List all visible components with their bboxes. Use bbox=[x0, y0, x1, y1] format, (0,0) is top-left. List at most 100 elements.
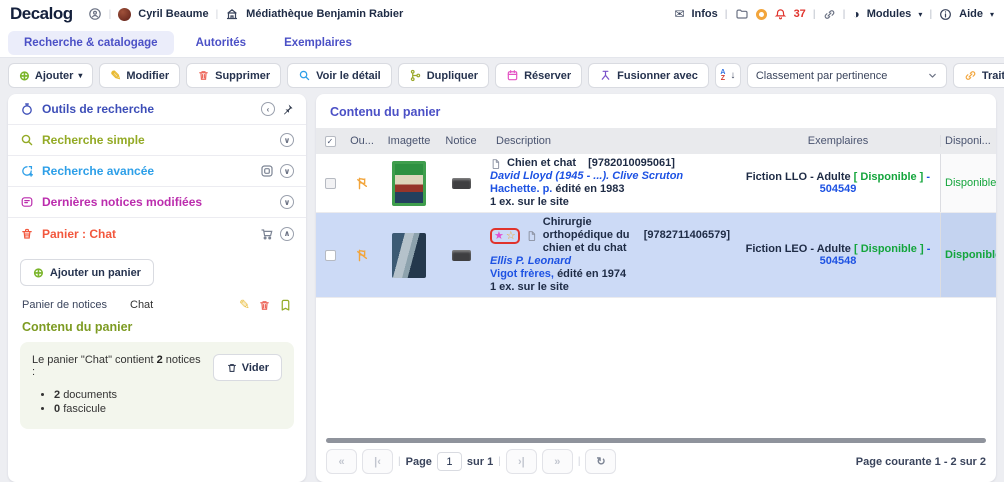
unflag-icon[interactable] bbox=[355, 176, 370, 191]
add-button[interactable]: ⊕ Ajouter▾ bbox=[8, 63, 93, 88]
edit-basket-icon[interactable]: ✎ bbox=[239, 297, 250, 313]
star-icon[interactable]: ★ bbox=[494, 230, 504, 242]
content-area: Outils de recherche ‹ Recherche simple ∨… bbox=[0, 94, 1004, 482]
plus-circle-icon: ⊕ bbox=[19, 69, 30, 82]
double-chevron-left-icon: « bbox=[338, 456, 344, 468]
tab-autorites[interactable]: Autorités bbox=[180, 31, 262, 55]
batch-processing-button[interactable]: Traitements par lot▾ bbox=[953, 63, 1004, 88]
folder-icon[interactable] bbox=[735, 7, 749, 21]
bell-icon[interactable] bbox=[774, 8, 787, 21]
column-exemplaires: Exemplaires bbox=[736, 135, 940, 147]
basket-summary-box: Le panier "Chat" contient 2 notices : Vi… bbox=[20, 342, 294, 429]
module-tabbar: Recherche & catalogage Autorités Exempla… bbox=[0, 28, 1004, 58]
column-notice: Notice bbox=[438, 135, 484, 147]
star-outline-icon[interactable]: ☆ bbox=[506, 230, 516, 242]
sidebar-item-recherche-simple[interactable]: Recherche simple ∨ bbox=[8, 125, 306, 156]
record-authors-link[interactable]: David Lloyd (1945 - ...). Clive Scruton bbox=[490, 170, 683, 183]
basket-summary-text: Le panier "Chat" contient 2 notices : bbox=[32, 354, 205, 378]
notice-type-icon bbox=[452, 250, 471, 261]
book-cover-thumbnail[interactable] bbox=[392, 161, 426, 206]
link-icon[interactable] bbox=[823, 8, 836, 21]
page-number-input[interactable] bbox=[437, 452, 462, 471]
chevron-down-circle-icon[interactable]: ∨ bbox=[280, 195, 294, 209]
sort-order-select[interactable]: Classement par pertinence bbox=[747, 63, 947, 88]
divider: | bbox=[578, 456, 581, 467]
duplicate-button[interactable]: Dupliquer bbox=[398, 63, 489, 88]
row-checkbox[interactable] bbox=[325, 250, 336, 261]
row-checkbox[interactable] bbox=[325, 178, 336, 189]
sidebar-item-outils-de-recherche[interactable]: Outils de recherche ‹ bbox=[8, 94, 306, 125]
tab-recherche-catalogage[interactable]: Recherche & catalogage bbox=[8, 31, 174, 55]
square-in-square-icon[interactable] bbox=[260, 164, 274, 178]
user-avatar[interactable] bbox=[118, 8, 131, 21]
delete-basket-icon[interactable] bbox=[258, 299, 271, 312]
sidebar-item-label: Recherche simple bbox=[42, 133, 145, 147]
notification-count[interactable]: 37 bbox=[794, 8, 806, 20]
availability-status: Disponible bbox=[940, 213, 996, 297]
basket-content-heading: Contenu du panier bbox=[22, 320, 292, 334]
rating-stars-highlight: ★☆ bbox=[490, 228, 520, 244]
record-copies: 1 ex. sur le site bbox=[490, 281, 730, 294]
top-right-actions: ✉ Infos | 37 | | ◑ Modules▾ | Aide▾ bbox=[674, 7, 994, 21]
chevron-down-circle-icon[interactable]: ∨ bbox=[280, 164, 294, 178]
record-publisher-link[interactable]: Vigot frères, bbox=[490, 268, 554, 280]
chevron-up-circle-icon[interactable]: ∧ bbox=[280, 227, 294, 241]
support-icon[interactable] bbox=[88, 7, 102, 21]
modules-icon: ◑ bbox=[852, 8, 859, 20]
delete-button[interactable]: Supprimer bbox=[186, 63, 281, 88]
next-page-button[interactable]: ›| bbox=[506, 449, 537, 474]
sort-button[interactable]: AZ ↓ bbox=[715, 63, 741, 88]
record-title[interactable]: Chien et chat bbox=[507, 157, 576, 170]
bookmark-icon[interactable] bbox=[279, 299, 292, 312]
basket-bullet-fascicule: 0 fascicule bbox=[54, 403, 282, 415]
exemplaire-collection: Fiction LEO - Adulte bbox=[746, 243, 851, 255]
empty-basket-button[interactable]: Vider bbox=[213, 354, 282, 381]
edit-button[interactable]: ✎ Modifier bbox=[99, 63, 180, 88]
book-cover-thumbnail[interactable] bbox=[392, 233, 426, 278]
record-edition: édité en 1983 bbox=[555, 183, 624, 195]
merge-button[interactable]: Fusionner avec bbox=[588, 63, 709, 88]
basket-name-value[interactable]: Chat bbox=[130, 299, 239, 311]
record-title[interactable]: Chirurgie orthopédique du chien et du ch… bbox=[543, 216, 632, 255]
arrow-down-icon: ↓ bbox=[730, 70, 735, 81]
view-detail-button[interactable]: Voir le détail bbox=[287, 63, 392, 88]
chain-icon bbox=[964, 69, 977, 82]
branch-icon bbox=[409, 69, 422, 82]
sidebar-item-dernieres-notices[interactable]: Dernières notices modifiées ∨ bbox=[8, 187, 306, 218]
sidebar-item-recherche-avancee[interactable]: Recherche avancée ∨ bbox=[8, 156, 306, 187]
modules-menu[interactable]: Modules bbox=[867, 8, 912, 20]
record-publisher-link[interactable]: Hachette. p. bbox=[490, 183, 552, 195]
notification-ring-icon[interactable] bbox=[756, 9, 767, 20]
unflag-icon[interactable] bbox=[355, 248, 370, 263]
column-imagette: Imagette bbox=[380, 135, 438, 147]
chevron-right-bar-icon: ›| bbox=[518, 456, 525, 468]
last-page-button[interactable]: » bbox=[542, 449, 573, 474]
add-basket-button[interactable]: ⊕ Ajouter un panier bbox=[20, 259, 154, 286]
record-copies: 1 ex. sur le site bbox=[490, 196, 683, 209]
chevron-left-circle-icon[interactable]: ‹ bbox=[261, 102, 275, 116]
cart-icon[interactable] bbox=[260, 227, 274, 241]
table-row[interactable]: ★☆ Chirurgie orthopédique du chien et du… bbox=[316, 213, 996, 298]
merge-icon bbox=[599, 69, 612, 82]
select-all-checkbox[interactable]: ✓ bbox=[325, 136, 336, 147]
table-row[interactable]: Chien et chat [9782010095061] David Lloy… bbox=[316, 154, 996, 213]
pin-icon[interactable] bbox=[281, 103, 294, 116]
chevron-down-circle-icon[interactable]: ∨ bbox=[280, 133, 294, 147]
sidebar-item-panier-chat[interactable]: Panier : Chat ∧ bbox=[8, 218, 306, 249]
record-authors-link[interactable]: Ellis P. Leonard bbox=[490, 255, 730, 268]
user-name[interactable]: Cyril Beaume bbox=[138, 8, 208, 20]
refresh-button[interactable]: ↻ bbox=[585, 449, 616, 474]
divider: | bbox=[843, 9, 846, 20]
infos-link[interactable]: Infos bbox=[691, 8, 717, 20]
refresh-icon: ↻ bbox=[596, 455, 605, 468]
aide-menu[interactable]: Aide bbox=[959, 8, 983, 20]
column-description: Description bbox=[484, 132, 736, 150]
availability-status: Disponible bbox=[940, 154, 996, 212]
reserve-button[interactable]: Réserver bbox=[495, 63, 582, 88]
library-name[interactable]: Médiathèque Benjamin Rabier bbox=[246, 8, 403, 20]
previous-page-button[interactable]: |‹ bbox=[362, 449, 393, 474]
divider: | bbox=[929, 9, 932, 20]
record-isbn: [9782711406579] bbox=[644, 229, 730, 242]
tab-exemplaires[interactable]: Exemplaires bbox=[268, 31, 368, 55]
first-page-button[interactable]: « bbox=[326, 449, 357, 474]
